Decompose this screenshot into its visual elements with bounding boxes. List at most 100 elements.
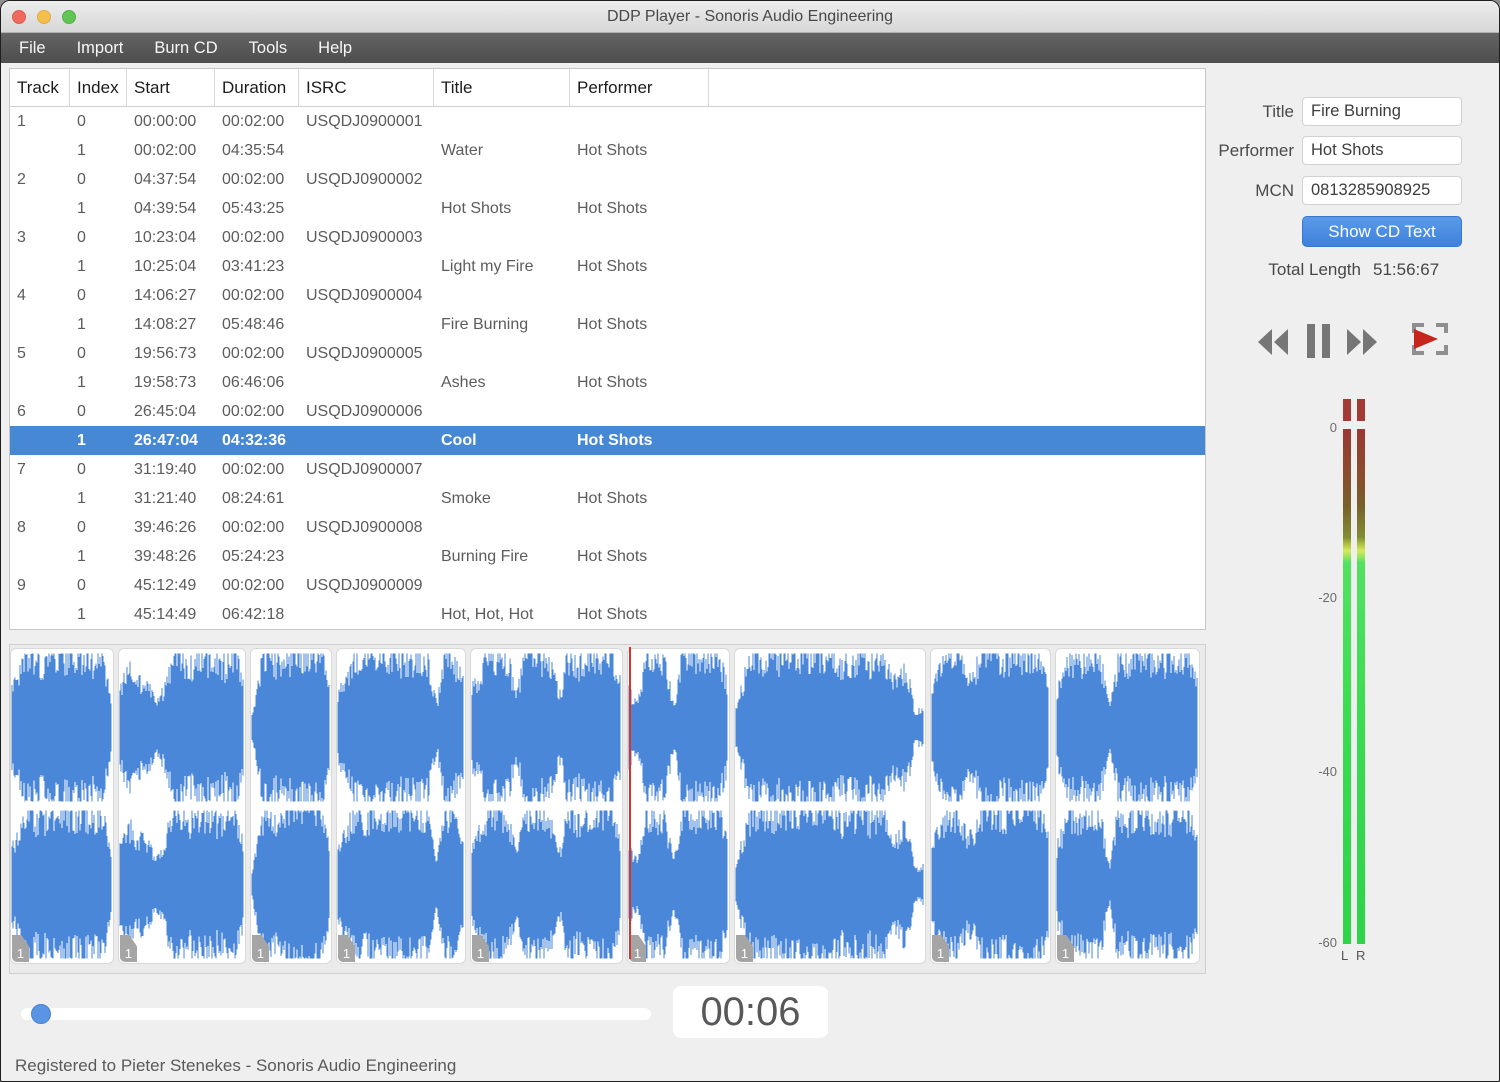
waveform-segment-track-3[interactable]: 1 [250,648,332,964]
table-row[interactable]: 7 0 31:19:40 00:02:00 USQDJ0900007 [10,455,1205,484]
seek-slider-track[interactable] [21,1008,651,1020]
cell-performer [570,223,709,252]
cell-isrc: USQDJ0900009 [306,577,423,594]
table-row[interactable]: 1 14:08:27 05:48:46 Fire Burning Hot Shots [10,310,1205,339]
table-row[interactable]: 8 0 39:46:26 00:02:00 USQDJ0900008 [10,513,1205,542]
cell-isrc: USQDJ0900004 [306,287,423,304]
cell-performer: Hot Shots [577,606,648,623]
meter-bar-right [1357,429,1365,944]
cell-duration: 00:02:00 [222,461,285,478]
table-row[interactable]: 1 00:02:00 04:35:54 Water Hot Shots [10,136,1205,165]
column-header-index[interactable]: Index [70,69,127,106]
cell-duration: 05:43:25 [222,200,285,217]
minimize-button[interactable] [37,10,51,24]
time-display: 00:06 [673,986,828,1038]
cell-track [10,600,70,629]
cell-start: 31:19:40 [134,461,197,478]
mcn-field[interactable] [1302,176,1462,205]
table-row[interactable]: 1 04:39:54 05:43:25 Hot Shots Hot Shots [10,194,1205,223]
cell-filler [709,339,1205,368]
menu-file[interactable]: File [19,39,46,58]
waveform-segment-track-7[interactable]: 1 [734,648,926,964]
cell-start: 14:06:27 [134,287,197,304]
seek-slider-thumb[interactable] [31,1004,51,1024]
cell-filler [709,107,1205,136]
column-header-performer[interactable]: Performer [570,69,709,106]
cell-title: Light my Fire [441,258,534,275]
table-row[interactable]: 1 19:58:73 06:46:06 Ashes Hot Shots [10,368,1205,397]
cell-duration: 06:42:18 [222,606,285,623]
cell-performer [570,397,709,426]
main-content: Track Index Start Duration ISRC Title Performe… [1,64,1499,1081]
cell-performer [570,571,709,600]
cell-isrc [299,600,434,629]
table-row[interactable]: 1 31:21:40 08:24:61 Smoke Hot Shots [10,484,1205,513]
performer-field[interactable] [1302,136,1462,165]
table-row[interactable]: 1 0 00:00:00 00:02:00 USQDJ0900001 [10,107,1205,136]
rewind-button[interactable] [1258,329,1288,358]
cell-filler [709,194,1205,223]
table-row[interactable]: 3 0 10:23:04 00:02:00 USQDJ0900003 [10,223,1205,252]
column-header-track[interactable]: Track [10,69,70,106]
cell-start: 10:23:04 [134,229,197,246]
cell-index: 1 [77,606,86,623]
waveform-segment-track-6[interactable]: 1 [627,648,730,964]
cell-performer: Hot Shots [577,490,648,507]
column-header-isrc[interactable]: ISRC [299,69,434,106]
cell-isrc [299,484,434,513]
meter-tick-0: 0 [1329,420,1337,435]
table-row[interactable]: 1 10:25:04 03:41:23 Light my Fire Hot Shots [10,252,1205,281]
table-row-selected[interactable]: 1 26:47:04 04:32:36 Cool Hot Shots [10,426,1205,455]
fast-forward-button[interactable] [1347,329,1377,358]
cell-track [10,252,70,281]
cell-filler [709,455,1205,484]
waveform-segment-track-1[interactable]: 1 [10,648,114,964]
table-row[interactable]: 4 0 14:06:27 00:02:00 USQDJ0900004 [10,281,1205,310]
cell-track [10,368,70,397]
zoom-button[interactable] [62,10,76,24]
meter-tick--60: -60 [1318,935,1337,950]
cell-isrc: USQDJ0900001 [306,113,423,130]
menu-bar: File Import Burn CD Tools Help [1,33,1499,63]
playhead-cursor [629,647,631,959]
pause-button[interactable] [1307,324,1331,361]
waveform-segment-track-8[interactable]: 1 [930,648,1051,964]
close-button[interactable] [12,10,26,24]
title-bar: DDP Player - Sonoris Audio Engineering [1,1,1499,33]
cell-duration: 00:02:00 [222,113,285,130]
menu-tools[interactable]: Tools [249,39,288,58]
column-header-start[interactable]: Start [127,69,215,106]
cell-track: 8 [17,519,26,536]
play-from-cursor-button[interactable] [1411,320,1449,361]
cell-start: 19:58:73 [134,374,197,391]
menu-import[interactable]: Import [77,39,124,58]
waveform-segment-track-4[interactable]: 1 [336,648,466,964]
cell-filler [709,252,1205,281]
cell-performer [570,339,709,368]
cell-track [10,310,70,339]
table-row[interactable]: 9 0 45:12:49 00:02:00 USQDJ0900009 [10,571,1205,600]
menu-help[interactable]: Help [318,39,352,58]
cell-title [434,397,570,426]
cell-title [434,571,570,600]
waveform-panel[interactable]: 111111111 [9,644,1206,974]
table-row[interactable]: 5 0 19:56:73 00:02:00 USQDJ0900005 [10,339,1205,368]
waveform-segment-track-2[interactable]: 1 [118,648,246,964]
cell-start: 04:37:54 [134,171,197,188]
menu-burn-cd[interactable]: Burn CD [154,39,217,58]
title-field[interactable] [1302,97,1462,126]
show-cd-text-button[interactable]: Show CD Text [1302,216,1462,247]
column-header-title[interactable]: Title [434,69,570,106]
cell-filler [709,281,1205,310]
table-row[interactable]: 1 39:48:26 05:24:23 Burning Fire Hot Shots [10,542,1205,571]
table-row[interactable]: 2 0 04:37:54 00:02:00 USQDJ0900002 [10,165,1205,194]
table-row[interactable]: 1 45:14:49 06:42:18 Hot, Hot, Hot Hot Shots [10,600,1205,629]
meter-tick--40: -40 [1318,764,1337,779]
cell-start: 04:39:54 [134,200,197,217]
waveform-segment-track-5[interactable]: 1 [470,648,623,964]
cell-duration: 08:24:61 [222,490,285,507]
cell-isrc [299,426,434,455]
column-header-duration[interactable]: Duration [215,69,299,106]
table-row[interactable]: 6 0 26:45:04 00:02:00 USQDJ0900006 [10,397,1205,426]
waveform-segment-track-9[interactable]: 1 [1055,648,1200,964]
